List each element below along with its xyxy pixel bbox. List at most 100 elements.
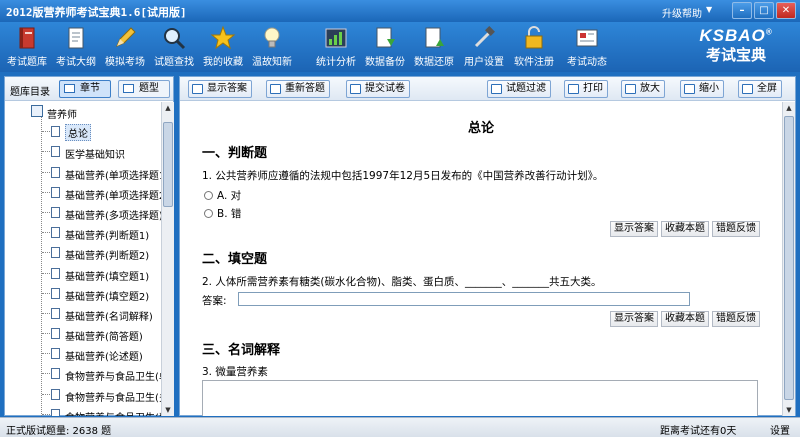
scroll-thumb[interactable] [784,116,794,400]
news-icon [576,29,598,47]
document-icon [51,247,60,259]
tree-scrollbar[interactable]: ▲ ▼ [161,102,174,416]
tree-root[interactable]: 营养师 [5,102,162,122]
tree-item-label: 食物营养与食品卫生(多 [65,392,162,404]
tree-item-label: 基础营养(判断题2) [65,251,150,263]
chevron-down-icon[interactable]: ▼ [706,5,712,14]
tree-item-label: 基础营养(单项选择题2 [65,190,162,202]
scroll-down-icon[interactable]: ▼ [783,404,795,416]
days-until-exam: 距离考试还有0天 [660,426,737,437]
tree-item-label: 总论 [65,124,91,142]
toolbar-backup[interactable]: 数据备份 [361,25,409,71]
chapter-tree: 营养师 总论医学基础知识 基础营养(单项选择题1 基础营养(单项选择题2 基础营养(多… [5,102,162,416]
backup-icon [376,27,395,48]
answer-textarea[interactable] [202,380,758,416]
redo-button[interactable]: 重新答题 [266,80,330,98]
section-true-false: 一、判断题 [202,146,268,161]
scroll-down-icon[interactable]: ▼ [162,404,174,416]
toolbar-search-questions[interactable]: 试题查找 [150,25,198,71]
radio-icon[interactable] [204,191,213,200]
tree-item[interactable]: 基础营养(判断题1) [5,223,162,243]
refresh-icon [270,84,281,94]
tree-item[interactable]: 食物营养与食品卫生(判 [5,405,162,416]
tree-item[interactable]: 医学基础知识 [5,142,162,162]
toolbar-syllabus[interactable]: 考试大纲 [52,25,100,71]
tree-item[interactable]: 基础营养(论述题) [5,344,162,364]
q2-favorite-button[interactable]: 收藏本题 [661,311,709,327]
show-answer-button[interactable]: 显示答案 [188,80,252,98]
zoom-in-button[interactable]: 放大 [621,80,665,98]
upgrade-help-menu[interactable]: 升级帮助 [662,5,702,20]
toolbar-restore[interactable]: 数据还原 [410,25,458,71]
document-icon [51,206,60,218]
question-3: 3. 微量营养素 [202,366,268,378]
tree-item-label: 医学基础知识 [65,150,125,162]
tree-item-label: 基础营养(多项选择题) [65,210,162,222]
q1-favorite-button[interactable]: 收藏本题 [661,221,709,237]
question-2: 2. 人体所需营养素有糖类(碳水化合物)、脂类、蛋白质、_______、____… [202,276,602,288]
tree-item[interactable]: 基础营养(简答题) [5,324,162,344]
tree-item-label: 食物营养与食品卫生(单 [65,372,162,384]
document-icon [51,227,60,239]
document-icon [51,126,60,138]
page-title: 总论 [467,121,494,136]
print-button[interactable]: 打印 [564,80,608,98]
q1-show-answer-button[interactable]: 显示答案 [610,221,658,237]
toolbar-review[interactable]: 温故知新 [248,25,296,71]
option-a[interactable]: A. 对 [204,188,241,203]
answer-input[interactable] [238,292,690,306]
question-content: 总论 一、判断题 1. 公共营养师应遵循的法规中包括1997年12月5日发布的《… [180,102,782,416]
document-icon [51,146,60,158]
window-title: 2012版营养师考试宝典1.6[试用版] [6,6,187,19]
lock-icon [525,26,543,49]
ksbao-logo: KSBAO® 考试宝典 [699,26,773,64]
tree-item[interactable]: 基础营养(判断题2) [5,243,162,263]
chapter-tab[interactable]: 章节 [59,80,111,98]
q2-report-button[interactable]: 错题反馈 [712,311,760,327]
content-scrollbar[interactable]: ▲ ▼ [782,102,795,416]
scroll-up-icon[interactable]: ▲ [783,102,795,114]
close-button[interactable]: ✕ [776,2,796,19]
tree-item[interactable]: 总论 [5,122,162,142]
tree-item[interactable]: 基础营养(单项选择题2 [5,183,162,203]
zoom-out-button[interactable]: 缩小 [680,80,724,98]
maximize-button[interactable]: □ [754,2,774,19]
toolbar-user-settings[interactable]: 用户设置 [460,25,508,71]
q1-report-button[interactable]: 错题反馈 [712,221,760,237]
tree-item-label: 基础营养(名词解释) [65,311,153,323]
scroll-thumb[interactable] [163,122,173,207]
tree-item[interactable]: 食物营养与食品卫生(多 [5,385,162,405]
document-icon [51,166,60,178]
question-toolbar: 显示答案 重新答题 提交试卷 试题过滤 打印 放大 缩小 全屏 [180,77,795,101]
scroll-up-icon[interactable]: ▲ [162,102,174,114]
q2-show-answer-button[interactable]: 显示答案 [610,311,658,327]
folder-icon [31,105,43,117]
toolbar-question-bank[interactable]: 考试题库 [3,25,51,71]
question-type-tab[interactable]: 题型 [118,80,170,98]
tree-item[interactable]: 基础营养(单项选择题1 [5,163,162,183]
submit-button[interactable]: 提交试卷 [346,80,410,98]
list-icon [64,84,75,93]
document-icon [51,287,60,299]
tree-item[interactable]: 基础营养(多项选择题) [5,203,162,223]
toolbar-statistics[interactable]: 统计分析 [312,25,360,71]
tree-item[interactable]: 基础营养(填空题1) [5,264,162,284]
radio-icon[interactable] [204,209,213,218]
tree-item[interactable]: 基础营养(名词解释) [5,304,162,324]
zoom-out-icon [684,84,695,94]
tree-item[interactable]: 基础营养(填空题2) [5,284,162,304]
zoom-in-icon [625,84,636,94]
document-icon [51,388,60,400]
toolbar-register[interactable]: 软件注册 [510,25,558,71]
minimize-button[interactable]: – [732,2,752,19]
tree-item[interactable]: 食物营养与食品卫生(单 [5,364,162,384]
toolbar-favorites[interactable]: 我的收藏 [199,25,247,71]
document-icon [51,368,60,380]
fullscreen-button[interactable]: 全屏 [738,80,782,98]
tree-item-label: 基础营养(填空题1) [65,271,150,283]
toolbar-exam-news[interactable]: 考试动态 [563,25,611,71]
option-b[interactable]: B. 错 [204,206,241,221]
toolbar-mock-exam[interactable]: 模拟考场 [101,25,149,71]
filter-button[interactable]: 试题过滤 [487,80,551,98]
settings-link[interactable]: 设置 [770,422,790,437]
